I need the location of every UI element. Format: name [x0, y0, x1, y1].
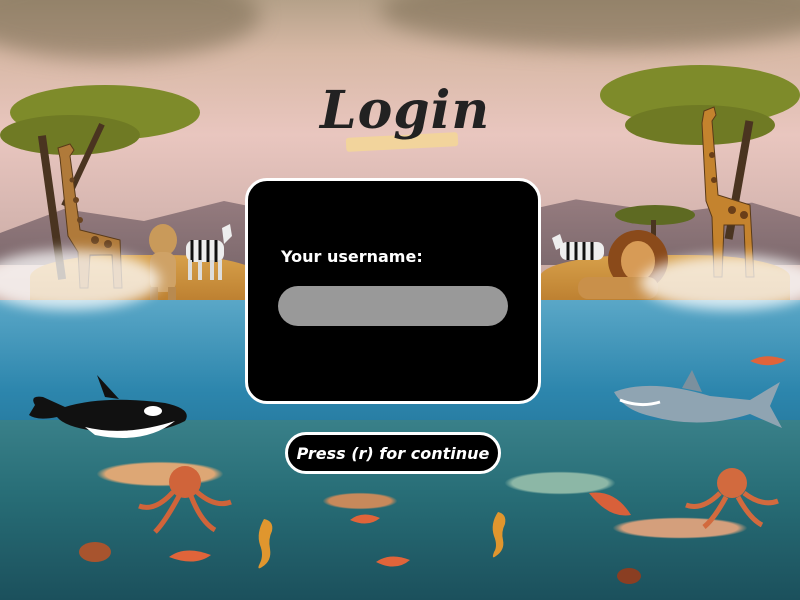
giraffe-right-icon — [701, 106, 755, 278]
lobster-icon — [79, 542, 111, 562]
crab-icon — [617, 568, 641, 584]
shark-icon — [614, 370, 782, 428]
shrimp-icon — [169, 550, 211, 562]
seahorse-icon — [258, 519, 273, 569]
zebra-icon — [186, 224, 232, 280]
username-input[interactable] — [278, 286, 508, 326]
username-label: Your username: — [281, 247, 423, 266]
continue-button[interactable]: Press (r) for continue — [285, 432, 501, 474]
shrimp-icon — [376, 556, 410, 567]
octopus-icon — [138, 466, 232, 534]
shrimp-icon — [750, 356, 786, 366]
octopus-right-icon — [685, 468, 779, 529]
seahorse-right-icon — [492, 512, 506, 558]
orca-icon — [29, 375, 187, 438]
page-title: Login — [320, 80, 491, 141]
zebra-right-icon — [552, 234, 604, 260]
shrimp-icon — [350, 514, 380, 524]
shrimp-icon — [589, 492, 631, 516]
login-panel: Your username: — [245, 178, 541, 404]
